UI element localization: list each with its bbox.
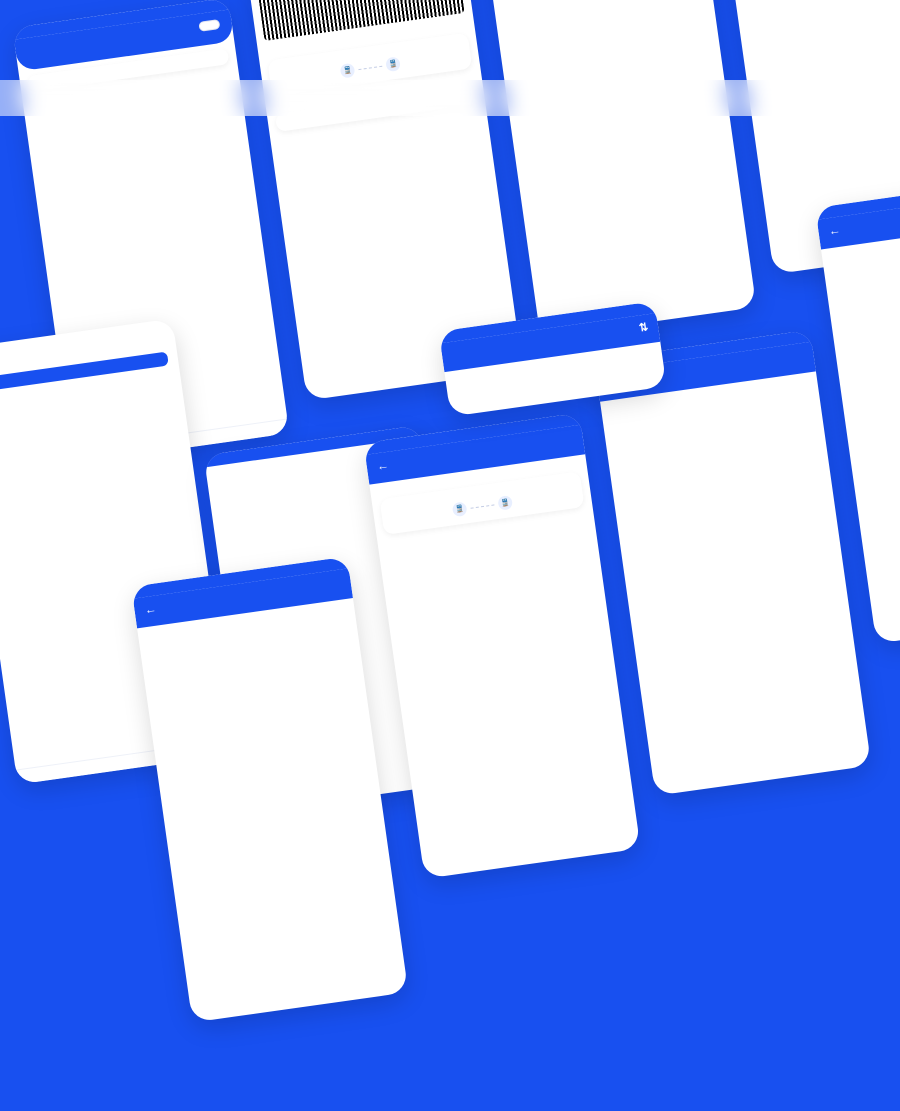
headline-banner (0, 80, 900, 116)
phone-news (479, 0, 756, 337)
train-start-icon: 🚆 (452, 501, 468, 517)
back-icon[interactable]: ← (376, 458, 390, 474)
train-end-icon: 🚆 (497, 495, 513, 511)
back-icon[interactable]: ← (828, 223, 842, 239)
topup-button[interactable] (198, 19, 220, 32)
back-icon[interactable]: ← (144, 602, 158, 618)
train-start-icon: 🚆 (340, 63, 356, 79)
train-end-icon: 🚆 (385, 56, 401, 72)
filter-icon[interactable]: ⇅ (638, 320, 649, 334)
phone-search-results: ← (594, 330, 871, 796)
phone-booking-details: ← 🚆 🚆 (363, 413, 640, 879)
